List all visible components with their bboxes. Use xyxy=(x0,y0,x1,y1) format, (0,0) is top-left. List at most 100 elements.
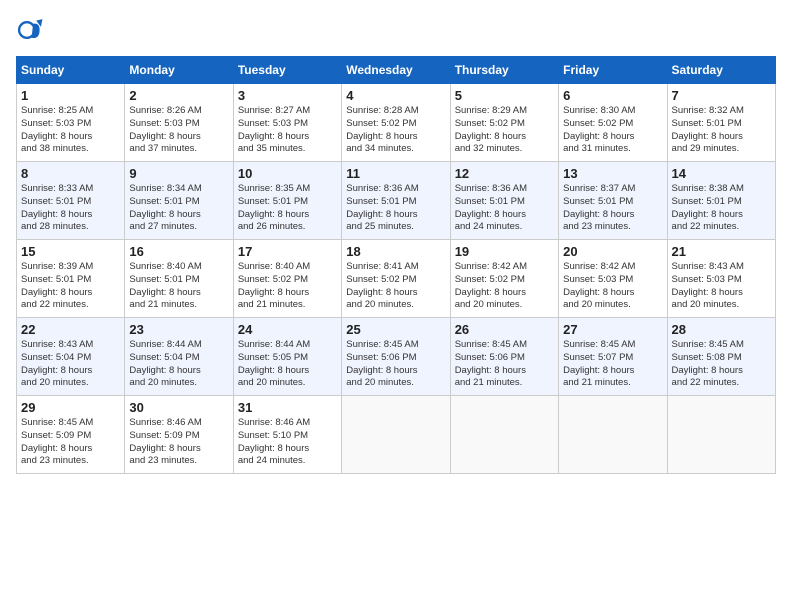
calendar-cell xyxy=(450,396,558,474)
day-info: Sunrise: 8:43 AM Sunset: 5:03 PM Dayligh… xyxy=(672,261,771,312)
calendar-cell: 11 Sunrise: 8:36 AM Sunset: 5:01 PM Dayli… xyxy=(342,162,450,240)
calendar-cell: 9 Sunrise: 8:34 AM Sunset: 5:01 PM Daylig… xyxy=(125,162,233,240)
day-info: Sunrise: 8:28 AM Sunset: 5:02 PM Dayligh… xyxy=(346,105,445,156)
day-number: 10 xyxy=(238,166,337,181)
day-number: 21 xyxy=(672,244,771,259)
calendar-cell: 16 Sunrise: 8:40 AM Sunset: 5:01 PM Dayli… xyxy=(125,240,233,318)
day-info: Sunrise: 8:45 AM Sunset: 5:08 PM Dayligh… xyxy=(672,339,771,390)
day-info: Sunrise: 8:43 AM Sunset: 5:04 PM Dayligh… xyxy=(21,339,120,390)
day-info: Sunrise: 8:40 AM Sunset: 5:02 PM Dayligh… xyxy=(238,261,337,312)
day-info: Sunrise: 8:41 AM Sunset: 5:02 PM Dayligh… xyxy=(346,261,445,312)
calendar-cell: 31Sunrise: 8:46 AM Sunset: 5:10 PM Dayli… xyxy=(233,396,341,474)
day-number: 7 xyxy=(672,88,771,103)
calendar-cell: 7 Sunrise: 8:32 AM Sunset: 5:01 PM Daylig… xyxy=(667,84,775,162)
calendar-cell: 8 Sunrise: 8:33 AM Sunset: 5:01 PM Daylig… xyxy=(17,162,125,240)
day-number: 20 xyxy=(563,244,662,259)
day-number: 28 xyxy=(672,322,771,337)
day-info: Sunrise: 8:45 AM Sunset: 5:07 PM Dayligh… xyxy=(563,339,662,390)
day-number: 18 xyxy=(346,244,445,259)
day-number: 8 xyxy=(21,166,120,181)
day-number: 6 xyxy=(563,88,662,103)
day-number: 16 xyxy=(129,244,228,259)
day-number: 1 xyxy=(21,88,120,103)
day-number: 14 xyxy=(672,166,771,181)
day-number: 3 xyxy=(238,88,337,103)
calendar-cell: 24 Sunrise: 8:44 AM Sunset: 5:05 PM Dayli… xyxy=(233,318,341,396)
day-info: Sunrise: 8:27 AM Sunset: 5:03 PM Dayligh… xyxy=(238,105,337,156)
calendar-cell: 17 Sunrise: 8:40 AM Sunset: 5:02 PM Dayli… xyxy=(233,240,341,318)
weekday-header-thursday: Thursday xyxy=(450,57,558,84)
day-number: 15 xyxy=(21,244,120,259)
calendar-cell xyxy=(559,396,667,474)
calendar-cell: 18 Sunrise: 8:41 AM Sunset: 5:02 PM Dayli… xyxy=(342,240,450,318)
calendar-cell: 20 Sunrise: 8:42 AM Sunset: 5:03 PM Dayli… xyxy=(559,240,667,318)
calendar-cell: 26Sunrise: 8:45 AM Sunset: 5:06 PM Dayli… xyxy=(450,318,558,396)
day-info: Sunrise: 8:35 AM Sunset: 5:01 PM Dayligh… xyxy=(238,183,337,234)
logo xyxy=(16,16,48,44)
calendar-cell: 23Sunrise: 8:44 AM Sunset: 5:04 PM Dayli… xyxy=(125,318,233,396)
calendar-cell: 27 Sunrise: 8:45 AM Sunset: 5:07 PM Dayli… xyxy=(559,318,667,396)
calendar-cell: 30 Sunrise: 8:46 AM Sunset: 5:09 PM Dayli… xyxy=(125,396,233,474)
calendar-cell: 12 Sunrise: 8:36 AM Sunset: 5:01 PM Dayli… xyxy=(450,162,558,240)
day-number: 17 xyxy=(238,244,337,259)
day-info: Sunrise: 8:25 AM Sunset: 5:03 PM Dayligh… xyxy=(21,105,120,156)
day-info: Sunrise: 8:37 AM Sunset: 5:01 PM Dayligh… xyxy=(563,183,662,234)
day-number: 25 xyxy=(346,322,445,337)
calendar-cell: 14 Sunrise: 8:38 AM Sunset: 5:01 PM Dayli… xyxy=(667,162,775,240)
day-number: 19 xyxy=(455,244,554,259)
calendar-cell: 28 Sunrise: 8:45 AM Sunset: 5:08 PM Dayli… xyxy=(667,318,775,396)
day-info: Sunrise: 8:33 AM Sunset: 5:01 PM Dayligh… xyxy=(21,183,120,234)
weekday-header-wednesday: Wednesday xyxy=(342,57,450,84)
day-info: Sunrise: 8:45 AM Sunset: 5:09 PM Dayligh… xyxy=(21,417,120,468)
calendar-cell: 13 Sunrise: 8:37 AM Sunset: 5:01 PM Dayli… xyxy=(559,162,667,240)
day-info: Sunrise: 8:30 AM Sunset: 5:02 PM Dayligh… xyxy=(563,105,662,156)
day-info: Sunrise: 8:38 AM Sunset: 5:01 PM Dayligh… xyxy=(672,183,771,234)
calendar-cell: 5 Sunrise: 8:29 AM Sunset: 5:02 PM Daylig… xyxy=(450,84,558,162)
weekday-header-sunday: Sunday xyxy=(17,57,125,84)
weekday-header-tuesday: Tuesday xyxy=(233,57,341,84)
calendar-cell xyxy=(342,396,450,474)
day-number: 11 xyxy=(346,166,445,181)
day-number: 13 xyxy=(563,166,662,181)
weekday-header-monday: Monday xyxy=(125,57,233,84)
day-number: 30 xyxy=(129,400,228,415)
day-info: Sunrise: 8:40 AM Sunset: 5:01 PM Dayligh… xyxy=(129,261,228,312)
day-number: 27 xyxy=(563,322,662,337)
day-info: Sunrise: 8:42 AM Sunset: 5:02 PM Dayligh… xyxy=(455,261,554,312)
day-number: 9 xyxy=(129,166,228,181)
day-number: 12 xyxy=(455,166,554,181)
day-number: 24 xyxy=(238,322,337,337)
calendar-cell: 29 Sunrise: 8:45 AM Sunset: 5:09 PM Dayli… xyxy=(17,396,125,474)
calendar-cell: 10 Sunrise: 8:35 AM Sunset: 5:01 PM Dayli… xyxy=(233,162,341,240)
calendar-cell xyxy=(667,396,775,474)
calendar-cell: 2Sunrise: 8:26 AM Sunset: 5:03 PM Daylig… xyxy=(125,84,233,162)
day-info: Sunrise: 8:34 AM Sunset: 5:01 PM Dayligh… xyxy=(129,183,228,234)
day-info: Sunrise: 8:46 AM Sunset: 5:09 PM Dayligh… xyxy=(129,417,228,468)
day-number: 5 xyxy=(455,88,554,103)
calendar-cell: 6 Sunrise: 8:30 AM Sunset: 5:02 PM Daylig… xyxy=(559,84,667,162)
day-info: Sunrise: 8:44 AM Sunset: 5:05 PM Dayligh… xyxy=(238,339,337,390)
day-number: 29 xyxy=(21,400,120,415)
day-info: Sunrise: 8:39 AM Sunset: 5:01 PM Dayligh… xyxy=(21,261,120,312)
day-number: 26 xyxy=(455,322,554,337)
day-info: Sunrise: 8:46 AM Sunset: 5:10 PM Dayligh… xyxy=(238,417,337,468)
calendar-cell: 1 Sunrise: 8:25 AM Sunset: 5:03 PM Daylig… xyxy=(17,84,125,162)
calendar-table: SundayMondayTuesdayWednesdayThursdayFrid… xyxy=(16,56,776,474)
calendar-cell: 15 Sunrise: 8:39 AM Sunset: 5:01 PM Dayli… xyxy=(17,240,125,318)
day-info: Sunrise: 8:42 AM Sunset: 5:03 PM Dayligh… xyxy=(563,261,662,312)
weekday-header-friday: Friday xyxy=(559,57,667,84)
calendar-cell: 4Sunrise: 8:28 AM Sunset: 5:02 PM Daylig… xyxy=(342,84,450,162)
calendar-cell: 19 Sunrise: 8:42 AM Sunset: 5:02 PM Dayli… xyxy=(450,240,558,318)
day-number: 23 xyxy=(129,322,228,337)
day-number: 22 xyxy=(21,322,120,337)
weekday-header-saturday: Saturday xyxy=(667,57,775,84)
calendar-cell: 21 Sunrise: 8:43 AM Sunset: 5:03 PM Dayli… xyxy=(667,240,775,318)
page-header xyxy=(16,16,776,44)
day-info: Sunrise: 8:36 AM Sunset: 5:01 PM Dayligh… xyxy=(346,183,445,234)
day-info: Sunrise: 8:36 AM Sunset: 5:01 PM Dayligh… xyxy=(455,183,554,234)
calendar-cell: 22 Sunrise: 8:43 AM Sunset: 5:04 PM Dayli… xyxy=(17,318,125,396)
calendar-cell: 25 Sunrise: 8:45 AM Sunset: 5:06 PM Dayli… xyxy=(342,318,450,396)
day-info: Sunrise: 8:32 AM Sunset: 5:01 PM Dayligh… xyxy=(672,105,771,156)
day-info: Sunrise: 8:29 AM Sunset: 5:02 PM Dayligh… xyxy=(455,105,554,156)
day-info: Sunrise: 8:45 AM Sunset: 5:06 PM Dayligh… xyxy=(346,339,445,390)
